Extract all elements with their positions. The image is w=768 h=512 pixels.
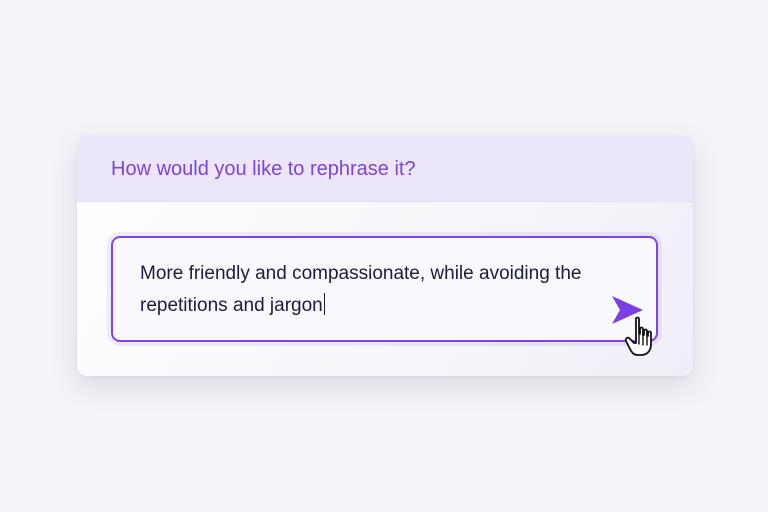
card-header: How would you like to rephrase it? — [77, 136, 693, 202]
rephrase-prompt-title: How would you like to rephrase it? — [111, 158, 416, 180]
rephrase-input-field[interactable]: More friendly and compassionate, while a… — [111, 236, 658, 342]
text-caret — [323, 293, 325, 315]
rephrase-input-wrapper: More friendly and compassionate, while a… — [140, 258, 652, 322]
rephrase-card: How would you like to rephrase it? More … — [77, 136, 693, 376]
rephrase-input-value[interactable]: More friendly and compassionate, while a… — [140, 263, 581, 316]
hand-pointer-cursor-icon — [624, 315, 668, 359]
